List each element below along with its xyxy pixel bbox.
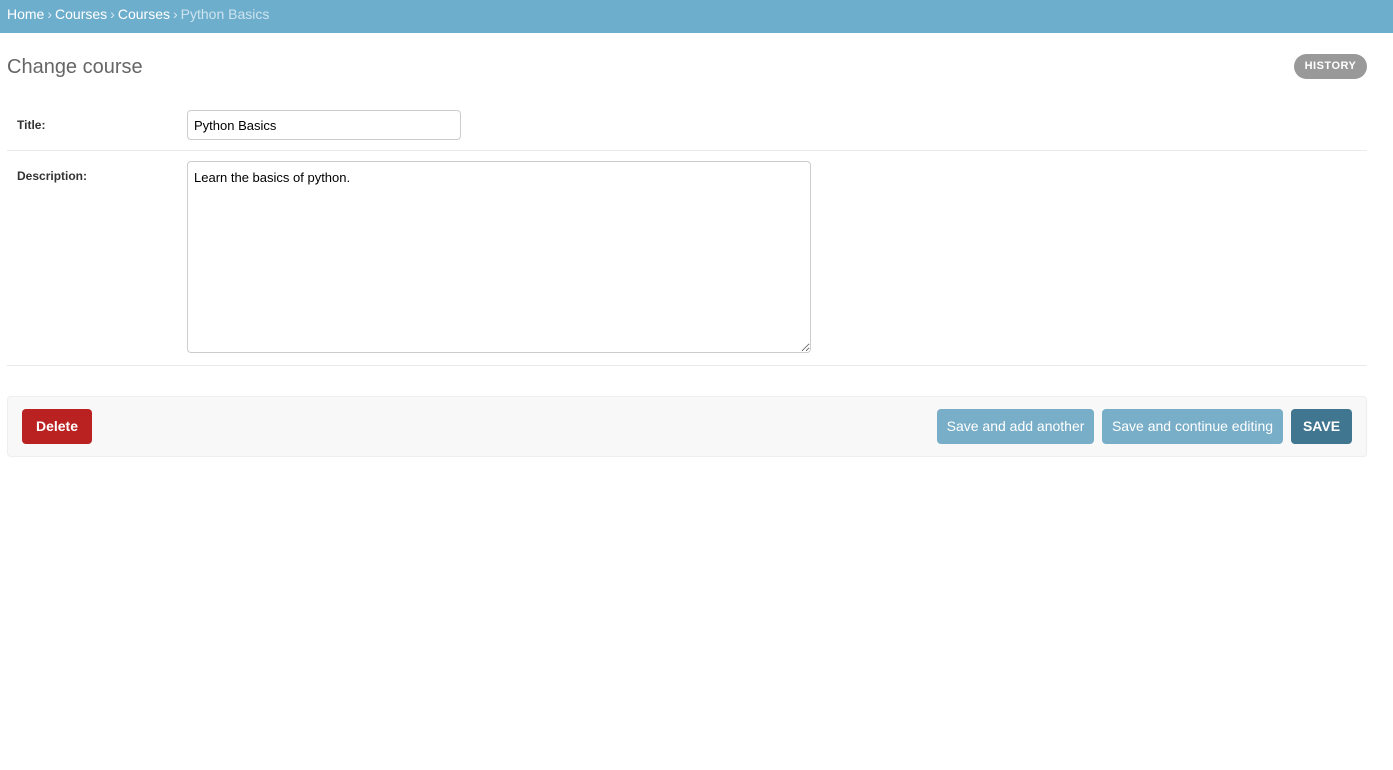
form-row-description: Description: Learn the basics of python.: [7, 151, 1367, 366]
breadcrumb-separator: ›: [47, 6, 53, 22]
breadcrumb-home-link[interactable]: Home: [7, 6, 44, 22]
title-input[interactable]: [187, 110, 461, 140]
save-button[interactable]: SAVE: [1291, 409, 1352, 444]
breadcrumb-separator: ›: [172, 6, 178, 22]
description-textarea[interactable]: Learn the basics of python.: [187, 161, 811, 353]
breadcrumb-current: Python Basics: [180, 6, 270, 22]
history-button[interactable]: HISTORY: [1294, 54, 1367, 79]
page-title: Change course: [7, 56, 143, 78]
save-and-add-another-button[interactable]: Save and add another: [937, 409, 1094, 444]
description-label: Description:: [17, 169, 88, 183]
save-and-continue-button[interactable]: Save and continue editing: [1102, 409, 1283, 444]
breadcrumb-app-link[interactable]: Courses: [55, 6, 107, 22]
submit-row: Delete Save and add another Save and con…: [7, 396, 1367, 457]
breadcrumb: Home › Courses › Courses › Python Basics: [0, 0, 1393, 33]
breadcrumb-separator: ›: [110, 6, 115, 22]
delete-button[interactable]: Delete: [22, 409, 92, 444]
title-label: Title:: [17, 118, 46, 132]
form-row-title: Title:: [7, 100, 1367, 151]
breadcrumb-model-link[interactable]: Courses: [118, 6, 170, 22]
